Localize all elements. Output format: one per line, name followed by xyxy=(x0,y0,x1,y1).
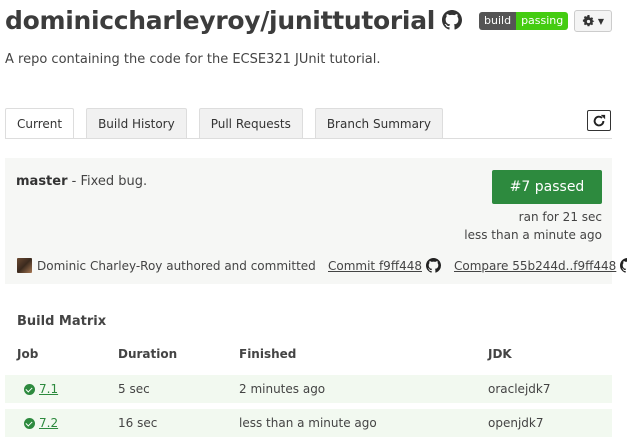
tab-build-history[interactable]: Build History xyxy=(86,108,187,138)
tabs-divider xyxy=(5,138,612,139)
check-circle-icon xyxy=(24,384,35,395)
repo-header: dominiccharleyroy/junittutorial xyxy=(5,4,463,36)
github-icon[interactable] xyxy=(442,10,463,30)
settings-dropdown-button[interactable]: ▼ xyxy=(574,10,612,32)
github-icon xyxy=(425,258,441,273)
repo-description: A repo containing the code for the ECSE3… xyxy=(5,52,381,67)
current-build-panel: master - Fixed bug. #7 passed ran for 21… xyxy=(5,158,627,284)
badge-label: build xyxy=(479,12,517,30)
build-status-button[interactable]: #7 passed xyxy=(492,170,602,204)
refresh-button[interactable] xyxy=(587,110,611,131)
build-matrix-header: Job Duration Finished JDK xyxy=(5,347,612,365)
avatar xyxy=(17,258,32,273)
column-header-job: Job xyxy=(17,347,39,361)
build-status-badge[interactable]: build passing xyxy=(479,12,569,30)
job-finished: 2 minutes ago xyxy=(239,382,326,396)
build-branch-line: master - Fixed bug. xyxy=(16,174,147,189)
build-duration: ran for 21 sec xyxy=(518,210,602,224)
gear-icon xyxy=(582,14,595,26)
repo-title[interactable]: dominiccharleyroy/junittutorial xyxy=(5,6,435,35)
job-duration: 16 sec xyxy=(118,416,158,430)
table-row[interactable]: 7.2 16 sec less than a minute ago openjd… xyxy=(5,409,612,437)
column-header-duration: Duration xyxy=(118,347,178,361)
commit-links: Commit f9ff448 Compare 55b244d..f9ff448 xyxy=(328,258,627,273)
branch-name[interactable]: master xyxy=(16,174,68,189)
job-jdk: openjdk7 xyxy=(488,416,544,430)
job-duration: 5 sec xyxy=(118,382,150,396)
tab-branch-summary[interactable]: Branch Summary xyxy=(314,108,443,138)
table-row[interactable]: 7.1 5 sec 2 minutes ago oraclejdk7 xyxy=(5,375,612,403)
commit-message: - Fixed bug. xyxy=(71,174,148,189)
build-tabs: Current Build History Pull Requests Bran… xyxy=(5,108,443,139)
build-finished-time: less than a minute ago xyxy=(464,228,602,242)
job-link[interactable]: 7.2 xyxy=(39,416,58,430)
job-link[interactable]: 7.1 xyxy=(39,382,58,396)
badge-status: passing xyxy=(516,12,569,30)
compare-link[interactable]: Compare 55b244d..f9ff448 xyxy=(454,259,616,273)
build-matrix-title: Build Matrix xyxy=(17,314,107,329)
job-finished: less than a minute ago xyxy=(239,416,377,430)
tab-current[interactable]: Current xyxy=(5,108,75,139)
column-header-finished: Finished xyxy=(239,347,297,361)
commit-link[interactable]: Commit f9ff448 xyxy=(328,259,422,273)
github-icon xyxy=(620,258,627,273)
tab-pull-requests[interactable]: Pull Requests xyxy=(198,108,303,138)
author-row: Dominic Charley-Roy authored and committ… xyxy=(17,258,316,273)
refresh-icon xyxy=(593,114,606,126)
job-jdk: oraclejdk7 xyxy=(488,382,551,396)
chevron-down-icon: ▼ xyxy=(597,16,605,26)
check-circle-icon xyxy=(24,418,35,429)
author-text: Dominic Charley-Roy authored and committ… xyxy=(37,258,316,273)
column-header-jdk: JDK xyxy=(488,347,512,361)
